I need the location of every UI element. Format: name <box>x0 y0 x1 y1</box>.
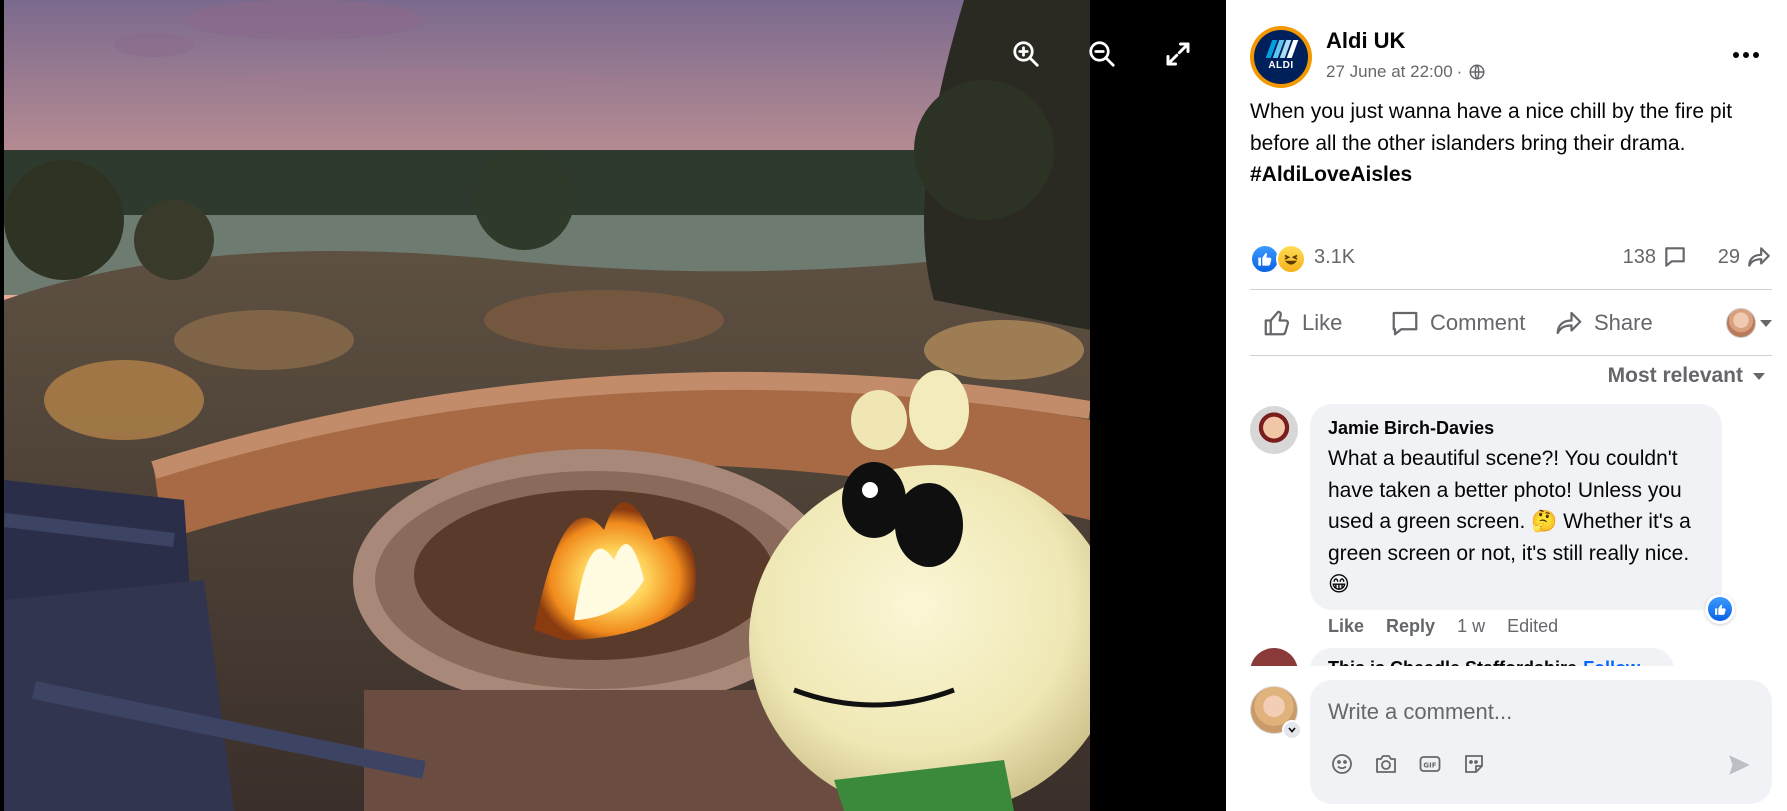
comment-bubble: This is Cheadle Staffordshire Follow <box>1310 648 1674 666</box>
more-options-button[interactable] <box>1726 40 1766 70</box>
post-actions: Like Comment Share <box>1250 298 1772 348</box>
aldi-stripes-icon <box>1265 39 1299 58</box>
share-label: Share <box>1594 310 1653 335</box>
comment-input-box: GIF <box>1310 680 1772 804</box>
commenter-avatar[interactable] <box>1250 648 1298 666</box>
comment-text: What a beautiful scene?! You couldn't ha… <box>1328 447 1691 596</box>
share-button[interactable]: Share <box>1554 308 1653 338</box>
composer-tools: GIF <box>1328 750 1488 778</box>
comments-count-value: 138 <box>1622 245 1656 268</box>
more-dot-icon <box>1743 52 1749 58</box>
more-dot-icon <box>1753 52 1759 58</box>
post-panel: ALDI Aldi UK 27 June at 22:00 · When you… <box>1226 0 1787 811</box>
comment-edited: Edited <box>1507 616 1559 636</box>
more-dot-icon <box>1733 52 1739 58</box>
comment-composer: GIF <box>1250 680 1772 804</box>
meta-separator: · <box>1456 62 1463 81</box>
comment-bubble: Jamie Birch-Davies What a beautiful scen… <box>1310 404 1722 610</box>
comment-reply-button[interactable]: Reply <box>1386 616 1435 637</box>
like-label: Like <box>1302 310 1343 335</box>
react-as-selector[interactable] <box>1726 308 1772 338</box>
caption-text: When you just wanna have a nice chill by… <box>1250 100 1733 155</box>
globe-icon <box>1469 64 1485 80</box>
fullscreen-icon[interactable] <box>1158 34 1198 74</box>
page-avatar[interactable]: ALDI <box>1250 26 1312 88</box>
comment-reaction-badge[interactable] <box>1705 594 1735 624</box>
comment-bubble-icon <box>1665 247 1685 267</box>
comment-like-button[interactable]: Like <box>1328 616 1364 637</box>
comment-icon <box>1392 311 1418 336</box>
haha-reaction-icon <box>1276 244 1306 274</box>
reaction-icons[interactable] <box>1250 242 1314 274</box>
divider <box>1250 355 1772 356</box>
comment-input[interactable] <box>1328 694 1748 730</box>
comment-button[interactable]: Comment <box>1390 308 1525 338</box>
like-button[interactable]: Like <box>1262 308 1342 338</box>
fire-pit-photo <box>4 0 1090 811</box>
comment-author[interactable]: This is Cheadle Staffordshire <box>1328 658 1577 666</box>
shares-count-value: 29 <box>1717 245 1740 268</box>
shares-count[interactable]: 29 <box>1718 244 1772 270</box>
chevron-down-icon <box>1753 372 1765 380</box>
chevron-down-icon <box>1760 319 1772 327</box>
comment-item: This is Cheadle Staffordshire Follow <box>1250 648 1772 666</box>
comment-label: Comment <box>1430 310 1526 335</box>
user-avatar <box>1726 308 1756 338</box>
avatar-logo-text: ALDI <box>1268 59 1294 71</box>
thumbs-up-icon <box>1264 310 1290 336</box>
aldi-logo: ALDI <box>1254 30 1308 84</box>
commenter-avatar[interactable] <box>1250 406 1298 454</box>
comment-sort-dropdown[interactable]: Most relevant <box>1608 364 1765 388</box>
post-header: ALDI Aldi UK 27 June at 22:00 · <box>1250 24 1770 94</box>
post-timestamp[interactable]: 27 June at 22:00 <box>1326 62 1453 82</box>
reactions-count[interactable]: 3.1K <box>1314 246 1355 269</box>
follow-link[interactable]: Follow <box>1583 658 1640 666</box>
post-meta: 27 June at 22:00 · <box>1326 62 1486 82</box>
hashtag-link[interactable]: #AldiLoveAisles <box>1250 163 1412 186</box>
post-photo[interactable] <box>4 0 1090 811</box>
send-icon[interactable] <box>1726 752 1754 780</box>
sticker-icon[interactable] <box>1460 750 1488 778</box>
gif-icon[interactable]: GIF <box>1416 750 1444 778</box>
like-reaction-icon <box>1708 597 1732 621</box>
comment-age[interactable]: 1 w <box>1457 616 1485 637</box>
emoji-icon[interactable] <box>1328 750 1356 778</box>
share-icon <box>1556 311 1582 335</box>
post-caption: When you just wanna have a nice chill by… <box>1250 96 1770 191</box>
svg-text:GIF: GIF <box>1423 762 1436 770</box>
reactions-summary: 3.1K 138 29 <box>1250 240 1772 276</box>
zoom-out-icon[interactable] <box>1082 34 1122 74</box>
chevron-down-icon[interactable] <box>1282 720 1302 740</box>
comment-author[interactable]: Jamie Birch-Davies <box>1328 418 1704 439</box>
camera-icon[interactable] <box>1372 750 1400 778</box>
divider <box>1250 289 1772 290</box>
page-name[interactable]: Aldi UK <box>1326 28 1405 54</box>
share-arrow-icon <box>1748 247 1770 267</box>
comments-count[interactable]: 138 <box>1623 244 1688 270</box>
photo-viewer <box>0 0 1226 811</box>
sort-label: Most relevant <box>1607 364 1743 387</box>
zoom-in-icon[interactable] <box>1006 34 1046 74</box>
comment-actions: Like Reply 1 w Edited <box>1328 616 1558 637</box>
